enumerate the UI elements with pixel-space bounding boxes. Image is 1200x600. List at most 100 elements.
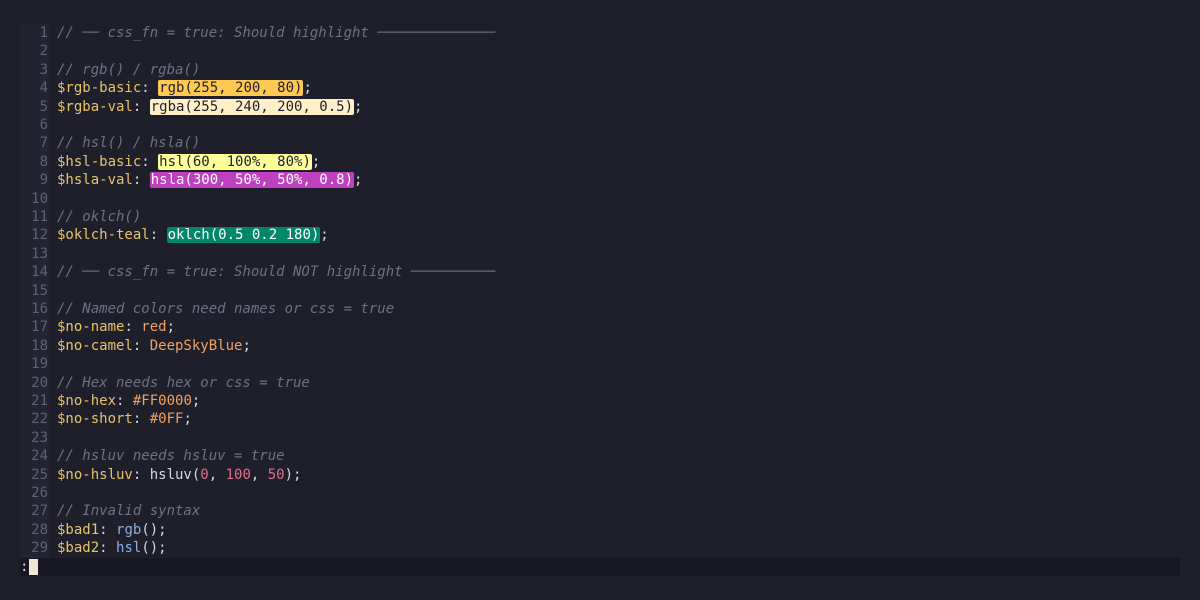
line-number: 20	[31, 374, 48, 391]
line-number: 19	[31, 356, 48, 373]
comment-text: // Invalid syntax	[57, 503, 201, 520]
line-number: 9	[39, 172, 48, 189]
code-line[interactable]: 18 $no-camel: DeepSkyBlue;	[20, 337, 1180, 355]
line-number: 4	[39, 80, 48, 97]
value-literal: #0FF	[149, 411, 184, 428]
color-swatch-highlight: oklch(0.5 0.2 180)	[166, 227, 321, 244]
line-number: 17	[31, 319, 48, 336]
value-literal: DeepSkyBlue	[149, 337, 243, 354]
punctuation: ;	[354, 172, 363, 189]
color-swatch-highlight: hsl(60, 100%, 80%)	[158, 153, 312, 170]
code-line[interactable]: 13	[20, 245, 1180, 263]
code-line[interactable]: 26	[20, 484, 1180, 502]
line-number: 27	[31, 503, 48, 520]
comment-text: // ── css_fn = true: Should NOT highligh…	[57, 264, 496, 281]
punctuation: :	[132, 172, 150, 189]
line-number: 5	[39, 98, 48, 115]
code-line[interactable]: 9 $hsla-val: hsla(300, 50%, 50%, 0.8);	[20, 171, 1180, 189]
punctuation: :	[132, 337, 150, 354]
line-code: $rgba-val: rgba(255, 240, 200, 0.5);	[57, 98, 362, 115]
punctuation: ;	[191, 393, 201, 409]
variable-name: $no-camel	[57, 337, 133, 354]
line-code: // ── css_fn = true: Should NOT highligh…	[57, 264, 495, 280]
line-code: // Invalid syntax	[57, 503, 200, 519]
line-number: 16	[31, 301, 48, 317]
punctuation: ();	[141, 540, 167, 557]
code-line[interactable]: 5 $rgba-val: rgba(255, 240, 200, 0.5);	[20, 98, 1180, 116]
punctuation: :	[99, 521, 117, 538]
code-line[interactable]: 20 // Hex needs hex or css = true	[20, 374, 1180, 392]
code-line[interactable]: 23	[20, 429, 1180, 447]
line-number: 28	[31, 521, 48, 538]
punctuation: ;	[311, 153, 321, 170]
code-line[interactable]: 28 $bad1: rgb();	[20, 521, 1180, 539]
command-line[interactable]: :	[20, 558, 1180, 576]
code-line[interactable]: 15	[20, 282, 1180, 300]
line-number: 6	[39, 117, 48, 133]
comment-text: // rgb() / rgba()	[57, 61, 201, 78]
line-number: 7	[39, 135, 48, 152]
code-line[interactable]: 8 $hsl-basic: hsl(60, 100%, 80%);	[20, 153, 1180, 171]
line-code: $no-name: red;	[57, 319, 175, 335]
line-code: // hsluv needs hsluv = true	[57, 448, 285, 464]
command-prompt: :	[20, 559, 29, 575]
plain-text: ,	[208, 466, 226, 483]
line-number: 12	[31, 227, 48, 244]
code-line[interactable]: 24 // hsluv needs hsluv = true	[20, 447, 1180, 465]
punctuation: :	[99, 540, 117, 557]
line-number: 15	[31, 282, 48, 299]
code-line[interactable]: 12 $oklch-teal: oklch(0.5 0.2 180);	[20, 226, 1180, 244]
code-line[interactable]: 21 $no-hex: #FF0000;	[20, 392, 1180, 410]
punctuation: ;	[320, 227, 329, 244]
plain-text: ,	[250, 466, 268, 483]
number-literal: 0	[200, 466, 209, 483]
code-line[interactable]: 6	[20, 116, 1180, 134]
line-code: $hsla-val: hsla(300, 50%, 50%, 0.8);	[57, 172, 363, 189]
code-line[interactable]: 22 $no-short: #0FF;	[20, 410, 1180, 428]
line-number: 11	[31, 209, 48, 225]
punctuation: :	[149, 227, 167, 244]
line-code: $no-camel: DeepSkyBlue;	[57, 338, 251, 354]
code-line[interactable]: 1 // ── css_fn = true: Should highlight ─…	[20, 24, 1180, 42]
code-line[interactable]: 14 // ── css_fn = true: Should NOT highli…	[20, 263, 1180, 281]
code-line[interactable]: 2	[20, 42, 1180, 60]
line-number: 25	[31, 466, 48, 483]
variable-name: $no-name	[57, 319, 125, 336]
line-code: // hsl() / hsla()	[57, 135, 200, 151]
punctuation: ;	[183, 411, 192, 428]
code-line[interactable]: 4 $rgb-basic: rgb(255, 200, 80);	[20, 79, 1180, 97]
color-swatch-highlight: rgba(255, 240, 200, 0.5)	[149, 98, 355, 115]
punctuation: :	[141, 153, 159, 170]
code-line[interactable]: 17 $no-name: red;	[20, 318, 1180, 336]
line-number: 8	[39, 153, 48, 170]
color-swatch-highlight: hsla(300, 50%, 50%, 0.8)	[149, 172, 355, 189]
line-code: // ── css_fn = true: Should highlight ──…	[57, 25, 495, 41]
code-line[interactable]: 7 // hsl() / hsla()	[20, 134, 1180, 152]
line-number: 2	[39, 43, 48, 60]
punctuation: );	[284, 466, 302, 483]
code-editor[interactable]: 1 // ── css_fn = true: Should highlight ─…	[20, 24, 1180, 558]
punctuation: :	[116, 393, 133, 409]
code-line[interactable]: 10	[20, 190, 1180, 208]
number-literal: 50	[267, 466, 285, 483]
line-number: 14	[31, 264, 48, 281]
code-line[interactable]: 25 $no-hsluv: hsluv(0, 100, 50);	[20, 466, 1180, 484]
code-line[interactable]: 29 $bad2: hsl();	[20, 539, 1180, 557]
code-line[interactable]: 19	[20, 355, 1180, 373]
code-line[interactable]: 3 // rgb() / rgba()	[20, 61, 1180, 79]
line-code: $bad2: hsl();	[57, 540, 167, 556]
code-line[interactable]: 11 // oklch()	[20, 208, 1180, 226]
value-literal: red	[141, 319, 167, 336]
variable-name: $hsla-val	[57, 172, 133, 189]
comment-text: // hsluv needs hsluv = true	[57, 448, 285, 465]
code-line[interactable]: 27 // Invalid syntax	[20, 502, 1180, 520]
line-code: // Hex needs hex or css = true	[57, 375, 310, 391]
code-line[interactable]: 16 // Named colors need names or css = tr…	[20, 300, 1180, 318]
text-cursor	[29, 559, 38, 575]
function-name: rgb	[116, 521, 142, 538]
punctuation: ;	[303, 80, 312, 97]
comment-text: // ── css_fn = true: Should highlight ──…	[57, 25, 496, 41]
variable-name: $bad2	[57, 540, 100, 557]
punctuation: :	[124, 319, 142, 336]
punctuation: :	[132, 466, 150, 483]
